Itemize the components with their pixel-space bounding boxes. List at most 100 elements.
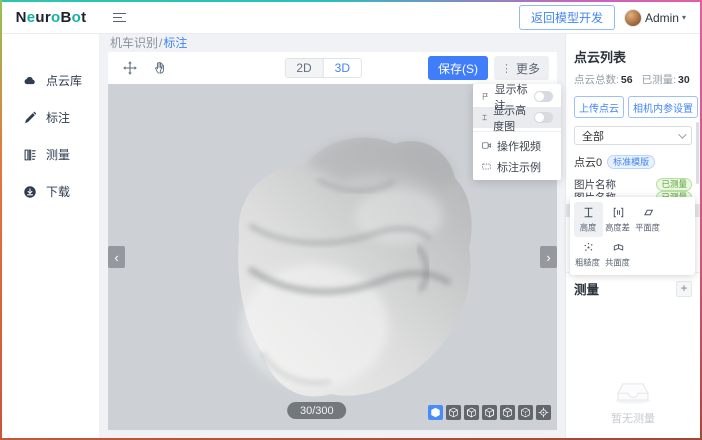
sidebar-item-label: 下载 bbox=[46, 183, 70, 200]
pan-move-icon[interactable] bbox=[122, 60, 138, 76]
cube-icon bbox=[430, 407, 441, 418]
prev-image-button[interactable]: ‹ bbox=[108, 246, 125, 268]
measured-value: 30 bbox=[678, 74, 690, 86]
video-icon bbox=[481, 140, 492, 151]
tool-label: 平面度 bbox=[636, 222, 661, 234]
tool-flatness[interactable]: 平面度 bbox=[634, 202, 663, 237]
example-icon bbox=[481, 161, 492, 172]
roughness-tool-icon bbox=[582, 241, 595, 254]
workspace-card: 2D 3D 保存(S) ⋮ 更多 显示标注 bbox=[108, 52, 557, 430]
menu-item-show-heightmap[interactable]: 显示高度图 bbox=[473, 107, 561, 128]
app-root: NeuroBot 返回模型开发 Admin ▾ 点云库 标注 bbox=[2, 2, 700, 438]
sidebar-item-label: 测量 bbox=[46, 146, 70, 163]
measure-icon bbox=[23, 148, 37, 162]
filter-select[interactable]: 全部 bbox=[574, 126, 692, 145]
sidebar-item-label: 点云库 bbox=[46, 72, 82, 89]
empty-state-text: 暂无测量 bbox=[611, 410, 655, 426]
tool-label: 共面度 bbox=[606, 257, 631, 269]
view-top-button[interactable] bbox=[518, 405, 533, 420]
top-header: NeuroBot 返回模型开发 Admin ▾ bbox=[2, 2, 700, 34]
save-button[interactable]: 保存(S) bbox=[428, 56, 488, 80]
download-icon bbox=[23, 185, 37, 199]
measure-section-header: 测量 + bbox=[574, 279, 692, 298]
flatness-tool-icon bbox=[642, 206, 655, 219]
more-button[interactable]: ⋮ 更多 bbox=[494, 56, 549, 80]
pointcloud-group-row[interactable]: 点云0 标准模版 bbox=[574, 154, 692, 170]
app-logo[interactable]: NeuroBot bbox=[2, 9, 100, 26]
mode-3d-button[interactable]: 3D bbox=[324, 59, 361, 77]
sidebar-item-download[interactable]: 下载 bbox=[2, 173, 99, 210]
sidebar-item-pointcloud-library[interactable]: 点云库 bbox=[2, 62, 99, 99]
view-left-button[interactable] bbox=[482, 405, 497, 420]
cloud-icon bbox=[23, 74, 37, 88]
chevron-down-icon bbox=[678, 130, 686, 138]
menu-item-label: 标注示例 bbox=[497, 159, 541, 175]
measure-tools-popup: 高度 高度差 平面度 粗糙度 bbox=[570, 197, 695, 275]
canvas-toolbar: 2D 3D 保存(S) ⋮ 更多 显示标注 bbox=[108, 52, 557, 84]
view-front-button[interactable] bbox=[446, 405, 461, 420]
panel-actions: 上传点云 相机内参设置 bbox=[574, 96, 692, 118]
pen-icon bbox=[23, 111, 37, 125]
pagination-indicator: 30/300 bbox=[287, 402, 347, 419]
cube-icon bbox=[484, 407, 495, 418]
tool-roughness[interactable]: 粗糙度 bbox=[574, 237, 603, 272]
view-iso-button[interactable] bbox=[428, 405, 443, 420]
canvas-tool-icons bbox=[122, 60, 168, 76]
tool-height[interactable]: 高度 bbox=[574, 202, 603, 237]
view-right-button[interactable] bbox=[500, 405, 515, 420]
tools-grid: 高度 高度差 平面度 粗糙度 bbox=[573, 202, 692, 272]
empty-state: 暂无测量 bbox=[566, 370, 700, 426]
tool-label: 高度 bbox=[580, 222, 597, 234]
view-orientation-bar bbox=[428, 405, 551, 420]
menu-item-tutorial-video[interactable]: 操作视频 bbox=[473, 135, 561, 156]
menu-item-annotation-example[interactable]: 标注示例 bbox=[473, 156, 561, 177]
cube-icon bbox=[448, 407, 459, 418]
sidebar-item-label: 标注 bbox=[46, 109, 70, 126]
chevron-left-icon: ‹ bbox=[114, 250, 118, 265]
camera-params-button[interactable]: 相机内参设置 bbox=[628, 96, 698, 118]
toolbar-right: 保存(S) ⋮ 更多 bbox=[428, 56, 557, 80]
back-to-model-dev-button[interactable]: 返回模型开发 bbox=[519, 5, 615, 30]
more-dropdown-menu: 显示标注 显示高度图 操作视频 bbox=[473, 84, 561, 180]
measured-badge: 已测量 bbox=[656, 178, 692, 191]
user-name: Admin bbox=[645, 11, 679, 25]
breadcrumb-parent: 机车识别 bbox=[110, 36, 158, 50]
mode-2d-button[interactable]: 2D bbox=[285, 59, 323, 77]
hand-drag-icon[interactable] bbox=[153, 60, 168, 76]
view-back-button[interactable] bbox=[464, 405, 479, 420]
tool-coplanarity[interactable]: 共面度 bbox=[604, 237, 633, 272]
filter-select-value: 全部 bbox=[582, 128, 604, 144]
sidebar-item-measure[interactable]: 测量 bbox=[2, 136, 99, 173]
left-sidebar: 点云库 标注 测量 下载 bbox=[2, 34, 100, 438]
logo-gear-letter: o bbox=[72, 9, 81, 26]
upload-pointcloud-button[interactable]: 上传点云 bbox=[574, 96, 624, 118]
total-count: 点云总数:56 bbox=[574, 72, 633, 87]
show-annotation-toggle[interactable] bbox=[534, 91, 553, 102]
height-icon bbox=[481, 112, 488, 123]
sidebar-item-annotation[interactable]: 标注 bbox=[2, 99, 99, 136]
header-right: 返回模型开发 Admin ▾ bbox=[519, 5, 700, 30]
panel-stats: 点云总数:56 已测量:30 bbox=[574, 72, 692, 87]
tool-label: 高度差 bbox=[606, 222, 631, 234]
add-measure-button[interactable]: + bbox=[676, 281, 692, 297]
breadcrumb-current[interactable]: 标注 bbox=[163, 36, 187, 50]
menu-item-label: 显示高度图 bbox=[493, 102, 529, 134]
panel-title: 点云列表 bbox=[574, 47, 692, 66]
next-image-button[interactable]: › bbox=[540, 246, 557, 268]
height-tool-icon bbox=[582, 206, 595, 219]
panel-scrollbar[interactable] bbox=[696, 122, 699, 184]
empty-box-icon bbox=[609, 370, 657, 406]
collapse-sidebar-icon[interactable] bbox=[113, 13, 126, 22]
total-value: 56 bbox=[621, 74, 633, 86]
chevron-right-icon: › bbox=[546, 250, 550, 265]
height-diff-tool-icon bbox=[612, 206, 625, 219]
show-heightmap-toggle[interactable] bbox=[534, 112, 553, 123]
total-label: 点云总数: bbox=[574, 74, 619, 86]
tool-height-diff[interactable]: 高度差 bbox=[604, 202, 633, 237]
locate-center-button[interactable] bbox=[536, 405, 551, 420]
user-menu[interactable]: Admin ▾ bbox=[624, 9, 686, 27]
flag-icon bbox=[481, 91, 490, 102]
measured-count: 已测量:30 bbox=[642, 72, 690, 87]
logo-letter: N bbox=[16, 9, 27, 26]
tool-label: 粗糙度 bbox=[576, 257, 601, 269]
